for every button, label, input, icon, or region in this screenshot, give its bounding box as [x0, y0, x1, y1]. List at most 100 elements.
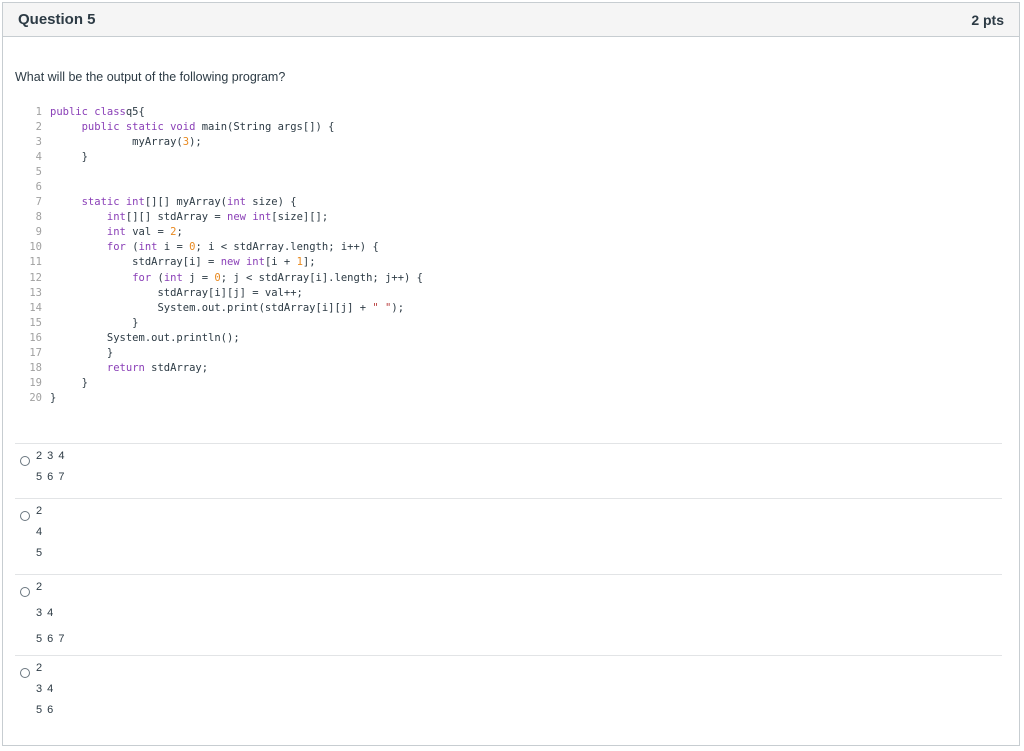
code-token: new int	[227, 211, 272, 224]
question-header: Question 5 2 pts	[3, 3, 1019, 37]
code-token: }	[50, 391, 57, 404]
line-number: 12	[29, 271, 42, 284]
line-number: 5	[35, 166, 42, 179]
code-token: [][] myArray(	[144, 196, 228, 209]
answer-text: 5	[36, 547, 44, 559]
line-number: 1	[35, 106, 42, 118]
code-token: static int	[81, 196, 145, 209]
code-token: }	[50, 316, 139, 329]
code-line: 4 }	[28, 150, 423, 165]
answer-text: 2	[36, 505, 44, 517]
code-token: " "	[372, 301, 392, 314]
code-token: j =	[182, 271, 215, 284]
line-number: 6	[35, 181, 42, 194]
code-token: int	[106, 226, 126, 239]
answer-option[interactable]: 2 4 5	[15, 498, 1002, 574]
line-number: 19	[29, 376, 42, 389]
code-token: public static void	[81, 121, 196, 134]
code-token: [size][];	[271, 211, 329, 224]
code-token: main(String args[]) {	[195, 121, 335, 134]
line-number: 8	[35, 211, 42, 224]
code-token: val =	[125, 226, 171, 239]
code-token: System.out.print(stdArray[i][j] +	[50, 301, 373, 314]
code-token: myArray(	[50, 136, 183, 149]
code-token: int	[138, 241, 158, 254]
code-line: 6	[28, 180, 423, 195]
code-token: int	[106, 211, 126, 224]
code-token: for	[132, 271, 152, 284]
question-prompt: What will be the output of the following…	[15, 70, 286, 84]
code-line: 20}	[28, 391, 423, 406]
code-line: 7 static int[][] myArray(int size) {	[28, 195, 423, 210]
code-line: 18 return stdArray;	[28, 361, 423, 376]
code-token: ];	[302, 256, 316, 269]
answer-text: 3 4	[36, 607, 55, 619]
line-number: 7	[35, 196, 42, 209]
line-number: 16	[29, 331, 42, 344]
code-line: 2 public static void main(String args[])…	[28, 120, 423, 135]
code-token: (	[151, 271, 164, 284]
answer-list: 2 3 4 5 6 7 2 4 5 2 3 4 5 6 7 2 3 4 5 6	[15, 443, 1002, 747]
radio-button[interactable]	[20, 668, 30, 678]
line-number: 20	[29, 391, 42, 404]
line-number: 13	[29, 286, 42, 299]
code-token: return	[106, 361, 145, 374]
radio-button[interactable]	[20, 511, 30, 521]
code-line: 16 System.out.println();	[28, 331, 423, 346]
line-number: 15	[29, 316, 42, 329]
code-token: ; i < stdArray.length; i++) {	[195, 241, 379, 254]
code-line: 9 int val = 2;	[28, 225, 423, 240]
radio-button[interactable]	[20, 456, 30, 466]
code-line: 13 stdArray[i][j] = val++;	[28, 286, 423, 301]
question-title: Question 5	[18, 11, 96, 28]
answer-option[interactable]: 2 3 4 5 6 7	[15, 443, 1002, 498]
code-token: [][] stdArray =	[125, 211, 228, 224]
code-line: 3 myArray(3);	[28, 135, 423, 150]
code-token: stdArray[i][j] = val++;	[50, 286, 303, 299]
code-token: stdArray;	[144, 361, 209, 374]
code-token: }	[50, 151, 88, 164]
answer-option[interactable]: 2 3 4 5 6 7	[15, 574, 1002, 655]
answer-option[interactable]: 2 3 4 5 6	[15, 655, 1002, 747]
code-line: 1 public classq5{	[28, 105, 423, 120]
answer-text: 2	[36, 581, 44, 593]
code-line: 10 for (int i = 0; i < stdArray.length; …	[28, 240, 423, 255]
line-number: 17	[29, 346, 42, 359]
code-line: 12 for (int j = 0; j < stdArray[i].lengt…	[28, 271, 423, 286]
code-token: int	[163, 271, 183, 284]
code-token: );	[391, 301, 405, 314]
line-number: 10	[29, 241, 42, 254]
code-token: );	[189, 136, 202, 149]
code-token: size) {	[245, 196, 297, 209]
radio-button[interactable]	[20, 587, 30, 597]
question-points: 2 pts	[971, 11, 1004, 28]
code-line: 8 int[][] stdArray = new int[size][];	[28, 210, 423, 225]
code-token: [i +	[264, 256, 297, 269]
line-number: 9	[35, 226, 42, 239]
answer-text: 2	[36, 662, 44, 674]
code-token: int	[227, 196, 246, 209]
answer-text: 2 3 4	[36, 450, 66, 462]
line-number: 4	[35, 151, 42, 164]
line-number: 3	[35, 136, 42, 149]
line-number: 18	[29, 361, 42, 374]
code-line: 14 System.out.print(stdArray[i][j] + " "…	[28, 301, 423, 316]
code-line: 11 stdArray[i] = new int[i + 1];	[28, 255, 423, 270]
code-token: }	[50, 376, 88, 389]
line-number: 2	[35, 121, 42, 134]
code-token: System.out.println();	[50, 331, 240, 344]
answer-text: 4	[36, 526, 44, 538]
code-token: public class	[50, 106, 126, 118]
answer-text: 5 6 7	[36, 633, 66, 645]
code-token: new int	[220, 256, 265, 269]
code-block: 1 public classq5{2 public static void mai…	[28, 105, 423, 406]
code-token: }	[50, 346, 114, 359]
code-line: 15 }	[28, 316, 423, 331]
